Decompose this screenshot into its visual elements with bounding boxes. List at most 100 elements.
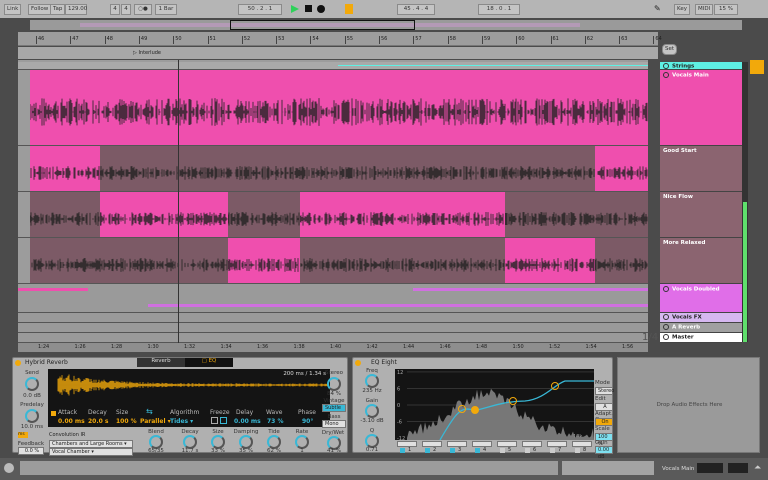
play-icon[interactable] <box>291 5 299 13</box>
phase-value[interactable]: 90° <box>302 418 313 425</box>
midi-map-button[interactable]: MIDI <box>695 4 714 15</box>
clip[interactable] <box>30 238 228 283</box>
track-header[interactable]: Vocals Main <box>660 70 742 146</box>
playhead[interactable] <box>178 60 179 343</box>
gain-knob[interactable] <box>365 404 379 418</box>
freq-knob[interactable] <box>365 374 379 388</box>
track-header[interactable]: Vocals FX <box>660 313 742 323</box>
device-power-icon[interactable] <box>355 360 361 366</box>
eq-band-toggle[interactable] <box>575 448 580 453</box>
clip[interactable] <box>29 70 648 145</box>
clip[interactable] <box>29 192 100 237</box>
locator-lane[interactable]: ▷ Interlude <box>18 47 658 59</box>
eq-display[interactable]: 1260-6-121001k10k <box>395 369 594 440</box>
link-button[interactable]: Link <box>4 4 22 15</box>
eq-band-filter-select[interactable] <box>547 441 567 447</box>
track-fold-icon[interactable] <box>663 324 669 330</box>
predelay-knob[interactable] <box>25 409 39 423</box>
stereo-knob[interactable] <box>327 377 341 391</box>
clip[interactable] <box>505 238 595 283</box>
track-header[interactable]: Nice Flow <box>660 192 742 238</box>
attack-toggle[interactable] <box>51 411 56 416</box>
locator-interlude[interactable]: ▷ Interlude <box>133 50 161 56</box>
eq-band-filter-select[interactable] <box>572 441 592 447</box>
track-header[interactable]: More Relaxed <box>660 238 742 284</box>
track-fold-icon[interactable] <box>663 63 669 69</box>
feedback-field[interactable]: 0.0 % <box>18 447 44 455</box>
ir-category-select[interactable]: Chambers and Large Rooms ▾ <box>49 440 133 448</box>
lane-vocals-main[interactable] <box>18 70 648 146</box>
clip[interactable] <box>227 238 300 283</box>
clip[interactable] <box>30 146 100 191</box>
loop-start-field[interactable]: 45 . 4 . 4 <box>397 4 435 15</box>
midi-clip[interactable] <box>18 288 88 291</box>
follow-button[interactable]: Follow <box>28 4 52 15</box>
metronome-button[interactable]: ○● <box>134 4 152 15</box>
routing-select[interactable]: Parallel ▾ <box>140 418 171 425</box>
tap-button[interactable]: Tap <box>50 4 66 15</box>
device-view-thumb[interactable] <box>697 463 723 473</box>
clip[interactable] <box>99 192 228 237</box>
eq-band-toggle[interactable] <box>500 448 505 453</box>
lane-vocals-doubled[interactable] <box>18 284 648 313</box>
lane-vocals-fx[interactable] <box>18 313 648 323</box>
track-header[interactable]: Strings <box>660 62 742 70</box>
q-knob[interactable] <box>365 434 379 448</box>
eq-band-toggle[interactable] <box>400 448 405 453</box>
track-header[interactable]: A Reverb <box>660 323 742 333</box>
clip-overview[interactable] <box>562 461 654 475</box>
arrangement-position[interactable]: 50 . 2 . 1 <box>238 4 282 15</box>
reverb-tide-knob[interactable] <box>267 435 281 449</box>
record-icon[interactable] <box>317 5 325 13</box>
vintage-select[interactable]: Subtle <box>322 404 346 412</box>
clip[interactable] <box>99 146 595 191</box>
eq-band-filter-select[interactable] <box>397 441 417 447</box>
attack-value[interactable]: 0.00 ms <box>58 418 85 425</box>
lane-nice-flow[interactable] <box>18 192 648 238</box>
beat-time-ruler[interactable]: 46 47 48 49 50 51 52 53 54 55 56 57 58 59 60 61 62 63 64 <box>18 32 662 46</box>
eq-band-filter-select[interactable] <box>447 441 467 447</box>
bass-select[interactable]: Mono <box>322 420 346 428</box>
size-value[interactable]: 100 % <box>116 418 137 425</box>
freeze-button[interactable] <box>211 417 218 424</box>
eq-band-toggle[interactable] <box>550 448 555 453</box>
clip[interactable] <box>227 192 300 237</box>
clip[interactable] <box>595 146 648 191</box>
mode-select[interactable]: Stereo <box>595 387 614 395</box>
eq-band-filter-select[interactable] <box>472 441 492 447</box>
signature-numerator[interactable]: 4 <box>110 4 120 15</box>
clip[interactable] <box>594 238 648 283</box>
time-ruler[interactable]: 1:24 1:26 1:28 1:30 1:32 1:34 1:36 1:38 1:40 1:42… <box>18 343 648 352</box>
stop-icon[interactable] <box>305 5 312 12</box>
lane-master[interactable] <box>18 333 648 343</box>
loop-length-field[interactable]: 18 . 0 . 1 <box>478 4 520 15</box>
play-icon[interactable] <box>4 463 14 473</box>
midi-clip[interactable] <box>413 288 648 291</box>
send-knob[interactable] <box>25 377 39 391</box>
reverb-decay-knob[interactable] <box>183 435 197 449</box>
clip[interactable] <box>300 238 505 283</box>
track-header[interactable]: Good Start <box>660 146 742 192</box>
track-header[interactable]: Vocals Doubled <box>660 284 742 313</box>
eq-band-toggle[interactable] <box>425 448 430 453</box>
decay-value[interactable]: 20.0 s <box>88 418 108 425</box>
tab-reverb[interactable]: Reverb <box>137 358 185 367</box>
eq-band-toggle[interactable] <box>450 448 455 453</box>
lane-strings[interactable] <box>18 62 648 70</box>
eq-band-toggle[interactable] <box>525 448 530 453</box>
automation-arm-icon[interactable] <box>345 4 353 14</box>
track-header[interactable]: Master <box>660 333 742 343</box>
lane-more-relaxed[interactable] <box>18 238 648 284</box>
key-map-button[interactable]: Key <box>674 4 690 15</box>
device-drop-area[interactable]: Drop Audio Effects Here <box>617 357 760 453</box>
reverb-damping-knob[interactable] <box>239 435 253 449</box>
reverb-rate-knob[interactable] <box>295 435 309 449</box>
freeze-flat-button[interactable] <box>220 417 227 424</box>
device-power-icon[interactable] <box>15 360 21 366</box>
track-fold-icon[interactable] <box>663 314 669 320</box>
arrangement-overview[interactable] <box>30 20 742 30</box>
algorithm-select[interactable]: Tides ▾ <box>170 418 193 425</box>
reverb-size-knob[interactable] <box>211 435 225 449</box>
track-fold-icon[interactable] <box>663 334 669 340</box>
clip[interactable] <box>338 65 648 66</box>
